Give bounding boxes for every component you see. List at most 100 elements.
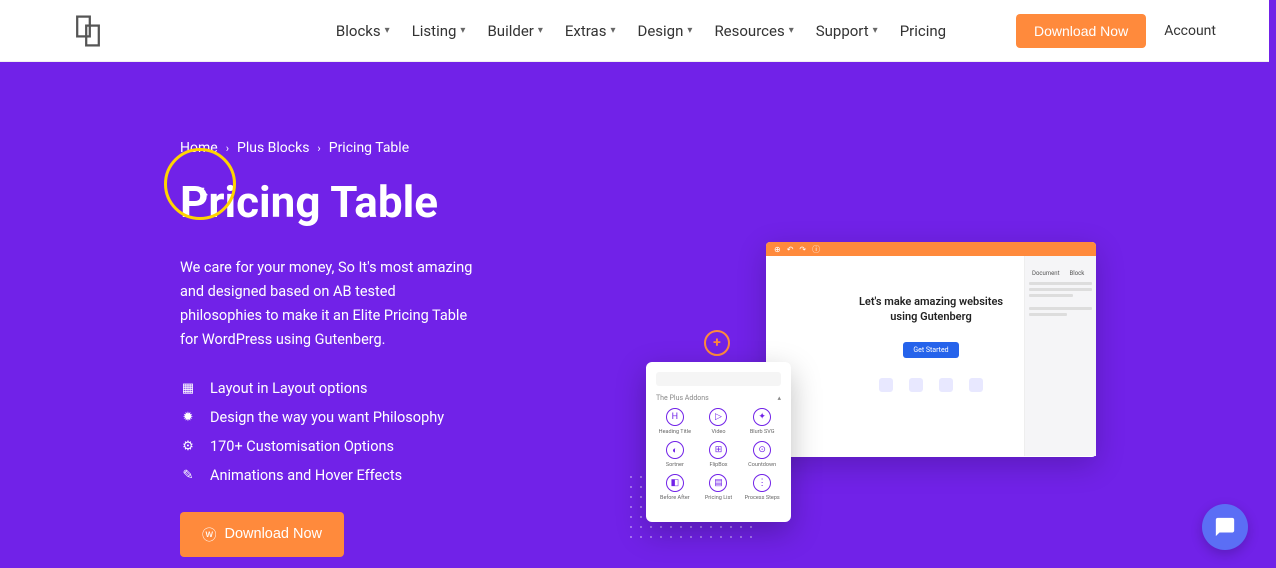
editor-preview: + ⊕ ↶ ↷ ⓘ Document Block Let's make amaz… [626,242,1096,562]
nav-builder[interactable]: Builder ▾ [487,22,542,40]
block-label: Before After [660,495,690,501]
label-text: The Plus Addons [656,394,709,402]
header-actions: Download Now Account [1016,14,1216,48]
sliders-icon: ⚙ [180,438,196,454]
chevron-down-icon: ▾ [687,25,692,36]
magic-icon: ✎ [180,467,196,483]
chevron-down-icon: ▾ [460,25,465,36]
breadcrumb: Home › Plus Blocks › Pricing Table [180,140,620,156]
block-option: ◐Sortner [656,441,694,468]
editor-cta: Get Started [903,342,958,358]
wordpress-icon: ⓦ [202,524,217,545]
primary-nav: Blocks▾ Listing▾ Builder▾ Extras▾ Design… [336,22,946,40]
chevron-down-icon: ▾ [538,25,543,36]
block-option: ▷Video [700,408,738,435]
editor-mockup: ⊕ ↶ ↷ ⓘ Document Block Let's make amazin… [766,242,1096,457]
feature-text: Layout in Layout options [210,380,367,397]
block-label: Blurb SVG [750,429,775,435]
nav-label: Pricing [900,22,946,40]
plus-icon: ⊕ [774,245,781,254]
block-icon [909,378,923,392]
block-label: Heading Title [659,429,691,435]
nav-design[interactable]: Design▾ [638,22,693,40]
nav-pricing[interactable]: Pricing [900,22,946,40]
feature-text: Design the way you want Philosophy [210,409,444,426]
brand-logo[interactable] [70,13,106,49]
breadcrumb-current: Pricing Table [329,140,409,156]
countdown-icon: ⊙ [753,441,771,459]
editor-icon-row [786,378,1076,392]
nav-label: Blocks [336,22,381,40]
nav-label: Support [816,22,869,40]
before-after-icon: ◧ [666,474,684,492]
block-icon [969,378,983,392]
pricing-list-icon: ▤ [709,474,727,492]
nav-blocks[interactable]: Blocks▾ [336,22,390,40]
feature-item: ▦ Layout in Layout options [180,380,620,397]
layout-icon: ▦ [180,380,196,396]
add-block-icon: + [704,330,730,356]
block-icon [939,378,953,392]
blurb-icon: ✦ [753,408,771,426]
block-option: H Heading Title [656,408,694,435]
breadcrumb-home[interactable]: Home [180,140,218,156]
page-accent-bar [1269,0,1276,62]
nav-label: Listing [412,22,457,40]
block-label: Process Steps [745,495,780,501]
block-option: ◧ Before After [656,474,694,501]
feature-item: ✹ Design the way you want Philosophy [180,409,620,426]
breadcrumb-plus-blocks[interactable]: Plus Blocks [237,140,309,156]
nav-label: Design [638,22,684,40]
headline-line: Let's make amazing websites [786,294,1076,309]
feature-list: ▦ Layout in Layout options ✹ Design the wa… [180,380,620,484]
feature-item: ⚙ 170+ Customisation Options [180,438,620,455]
block-label: Sortner [666,462,684,468]
block-option: ⋮ Process Steps [743,474,781,501]
flipbox-icon: ⊞ [709,441,727,459]
process-steps-icon: ⋮ [753,474,771,492]
chat-widget[interactable] [1202,504,1248,550]
account-link[interactable]: Account [1164,23,1216,39]
info-icon: ⓘ [812,244,820,255]
download-button[interactable]: Download Now [1016,14,1146,48]
nav-listing[interactable]: Listing▾ [412,22,466,40]
block-icon [879,378,893,392]
chat-icon [1214,516,1236,538]
feature-item: ✎ Animations and Hover Effects [180,467,620,484]
feature-text: Animations and Hover Effects [210,467,402,484]
button-label: Download Now [225,526,323,542]
page-title: Pricing Table [180,176,620,228]
block-label: FlipBox [709,462,727,468]
editor-canvas: Let's make amazing websites using Gutenb… [766,256,1096,412]
nav-label: Builder [487,22,533,40]
chevron-down-icon: ▾ [873,25,878,36]
chevron-right-icon: › [317,142,320,155]
nav-label: Extras [565,22,607,40]
headline-line: using Gutenberg [786,309,1076,324]
undo-icon: ↶ [787,245,794,254]
block-option: ✦ Blurb SVG [743,408,781,435]
block-label: Countdown [748,462,776,468]
chevron-right-icon: › [226,142,229,155]
hero-section: Home › Plus Blocks › Pricing Table Prici… [0,62,1276,568]
nav-extras[interactable]: Extras▾ [565,22,616,40]
heading-icon: H [666,408,684,426]
addon-label: The Plus Addons ▴ [656,394,781,402]
hero-content: Home › Plus Blocks › Pricing Table Prici… [180,140,620,568]
nav-resources[interactable]: Resources▾ [714,22,793,40]
chevron-up-icon: ▴ [777,394,781,402]
block-search-input [656,372,781,386]
nav-support[interactable]: Support ▾ [816,22,878,40]
block-option: ⊙ Countdown [743,441,781,468]
block-option: ▤Pricing List [700,474,738,501]
block-grid: H Heading Title ▷Video ✦ Blurb SVG ◐Sortne… [656,408,781,501]
page-description: We care for your money, So It's most ama… [180,256,480,352]
block-option: ⊞ FlipBox [700,441,738,468]
chevron-down-icon: ▾ [789,25,794,36]
hero-download-button[interactable]: ⓦ Download Now [180,512,344,557]
gear-icon: ✹ [180,409,196,425]
chevron-down-icon: ▾ [610,25,615,36]
feature-text: 170+ Customisation Options [210,438,394,455]
block-picker-popup: The Plus Addons ▴ H Heading Title ▷Video ✦… [646,362,791,522]
editor-toolbar: ⊕ ↶ ↷ ⓘ [766,242,1096,256]
